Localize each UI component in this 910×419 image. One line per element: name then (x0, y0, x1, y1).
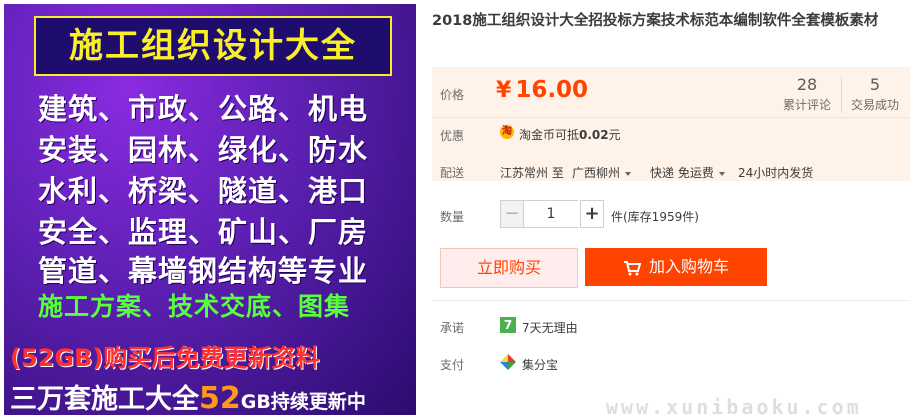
image-bottom-c: GB持续更新中 (240, 391, 366, 413)
reviews-stat[interactable]: 28 累计评论 (772, 75, 842, 113)
quantity-minus-button[interactable]: − (500, 200, 524, 228)
price-value: ¥16.00 (496, 77, 588, 103)
image-green-line: 施工方案、技术交底、图集 (38, 292, 351, 321)
price-divider (432, 117, 910, 118)
image-title-box: 施工组织设计大全 (34, 16, 392, 76)
product-image[interactable]: 施工组织设计大全 建筑、市政、公路、机电 安装、园林、绿化、防水 水利、桥梁、隧… (4, 4, 416, 415)
add-to-cart-button[interactable]: 加入购物车 (585, 248, 767, 286)
sales-label: 交易成功 (850, 98, 899, 112)
chevron-down-icon (718, 171, 725, 176)
image-line-3: 水利、桥梁、隧道、港口 (38, 174, 369, 208)
image-bottom-line: 三万套施工大全52GB持续更新中 (10, 377, 366, 415)
dispatch-time: 24小时内发货 (738, 166, 814, 180)
delivery-to: 广西柳州 (572, 166, 621, 180)
watermark: www.xunibaoku.com (606, 395, 862, 419)
image-line-1: 建筑、市政、公路、机电 (38, 92, 369, 126)
sales-stat: 5 交易成功 (840, 75, 910, 113)
stock-text: 件(库存1959件) (611, 210, 699, 224)
sales-count: 5 (869, 75, 881, 94)
promise-label: 承诺 (440, 321, 465, 335)
image-title: 施工组织设计大全 (69, 26, 357, 66)
payment-label: 支付 (440, 358, 465, 372)
promo-text-a: 淘金币可抵 (519, 128, 580, 142)
cart-icon (623, 260, 641, 275)
image-bottom-a: 三万套施工大全 (10, 384, 199, 415)
chevron-down-icon (625, 171, 632, 176)
delivery-from: 江苏常州 至 (500, 166, 564, 180)
buy-now-button[interactable]: 立即购买 (440, 248, 578, 288)
jifenbao-icon (500, 354, 516, 370)
seven-day-return-icon: 7 (500, 317, 516, 333)
add-to-cart-label: 加入购物车 (648, 257, 729, 276)
reviews-count: 28 (796, 75, 818, 94)
promo-text-c: 元 (608, 128, 621, 142)
image-bottom-b: 52 (199, 381, 241, 415)
image-line-4: 安全、监理、矿山、厂房 (38, 215, 369, 249)
promo-label: 优惠 (440, 129, 465, 143)
section-divider (432, 300, 910, 301)
shipping-select[interactable]: 快递 免运费 (650, 164, 725, 181)
promise-text[interactable]: 7天无理由 (522, 319, 578, 336)
reviews-label: 累计评论 (782, 98, 831, 112)
image-line-2: 安装、园林、绿化、防水 (38, 133, 369, 167)
promo-amount: 0.02 (579, 128, 609, 142)
quantity-plus-button[interactable]: + (580, 200, 604, 228)
product-title: 2018施工组织设计大全招投标方案技术标范本编制软件全套模板素材 (432, 13, 879, 29)
price-label: 价格 (440, 88, 465, 102)
quantity-input[interactable]: 1 (524, 200, 578, 228)
promo-text: 淘金币可抵0.02元 (519, 126, 621, 143)
shipping-method: 快递 免运费 (650, 166, 714, 180)
currency-symbol: ¥ (496, 78, 512, 103)
image-red-line: (52GB)购买后免费更新资料 (10, 344, 320, 372)
payment-text[interactable]: 集分宝 (522, 356, 558, 373)
quantity-label: 数量 (440, 210, 465, 224)
image-line-5: 管道、幕墙钢结构等专业 (38, 254, 369, 288)
delivery-to-select[interactable]: 广西柳州 (572, 164, 632, 181)
delivery-label: 配送 (440, 166, 465, 180)
price-amount: 16.00 (515, 77, 589, 103)
taobao-coin-icon: 淘 (500, 125, 514, 139)
